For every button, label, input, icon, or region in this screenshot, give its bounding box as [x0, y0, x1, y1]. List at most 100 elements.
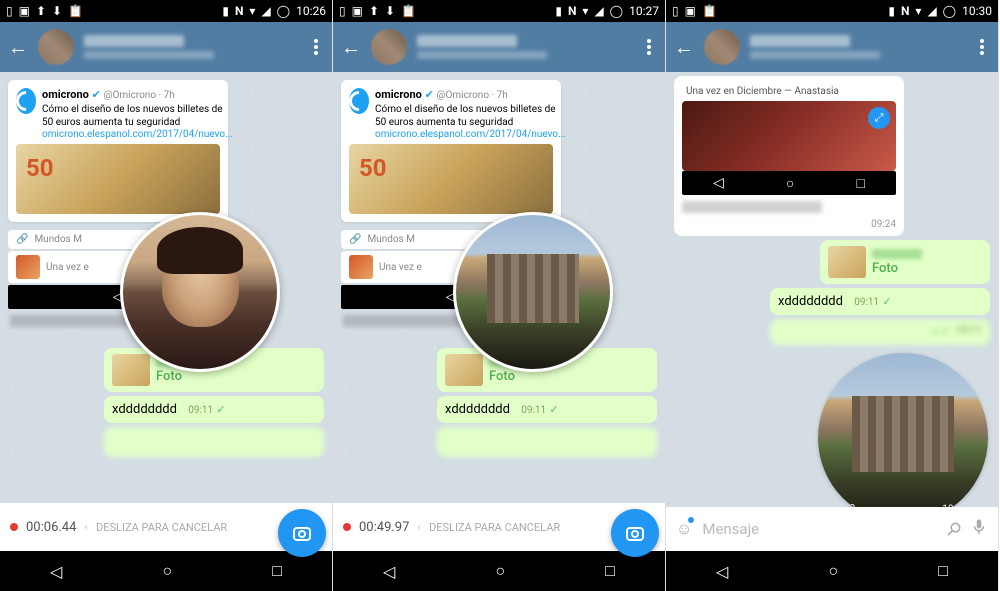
wifi-icon: ▾ [915, 4, 921, 18]
outgoing-photo-msg[interactable]: Foto [820, 240, 990, 284]
photo-label: Foto [156, 369, 182, 384]
double-check-icon: ✓✓ [931, 325, 949, 338]
download-icon: ⬇ [385, 4, 395, 18]
chevron-left-icon: ‹ [417, 520, 421, 534]
chat-area[interactable]: omicrono ✔ @Omicrono · 7h Cómo el diseño… [0, 72, 332, 503]
photo-label: Foto [872, 261, 898, 276]
outgoing-text-msg[interactable]: xdddddddd 09:11 ✓ [104, 396, 324, 423]
msg-time: 09:11 [854, 297, 879, 308]
msg-timestamp: 09:24 [682, 219, 896, 230]
gallery-icon: ▣ [352, 4, 363, 18]
clock: 10:30 [962, 4, 992, 18]
outgoing-blurred-msg[interactable]: 09:11 ✓✓ [770, 319, 990, 345]
link-icon: 🔗 [349, 234, 361, 245]
photo-label: Foto [489, 369, 515, 384]
nav-back-icon[interactable]: ◁ [716, 562, 728, 581]
message-input[interactable]: Mensaje [702, 520, 936, 538]
android-navbar: ◁ ○ □ [333, 551, 665, 591]
android-navbar: ◁ ○ □ [666, 551, 998, 591]
contact-title[interactable] [750, 35, 964, 59]
tweet-avatar-icon [349, 88, 369, 114]
tweet-text: Cómo el diseño de los nuevos billetes de… [375, 103, 566, 129]
record-indicator-icon [343, 523, 351, 531]
record-timer: 00:49.97 [359, 520, 409, 535]
msg-thumbnail [445, 354, 483, 386]
back-button[interactable]: ← [341, 35, 361, 60]
tweet-text: Cómo el diseño de los nuevos billetes de… [42, 103, 233, 129]
link-title: Una vez e [379, 262, 422, 273]
tweet-author: omicrono [375, 88, 422, 101]
link-thumb [16, 255, 40, 279]
tweet-author: omicrono [42, 88, 89, 101]
incoming-video-msg[interactable]: Una vez en Diciembre — Anastasia ⤢ ◁ ○ □… [674, 76, 904, 236]
nav-overlay: ◁ ○ □ [682, 171, 896, 195]
video-sent-time: 10:28 ✓ [942, 504, 978, 507]
contact-title[interactable] [84, 35, 298, 59]
camera-button[interactable] [278, 509, 326, 557]
nav-back-icon[interactable]: ◁ [383, 562, 395, 581]
nav-home-icon[interactable]: ○ [162, 561, 172, 581]
nav-back-icon[interactable]: ◁ [50, 562, 62, 581]
clock: 10:26 [296, 4, 326, 18]
tweet-link[interactable]: omicrono.elespanol.com/2017/04/nuevo... [42, 129, 233, 140]
nav-recent-icon[interactable]: □ [272, 561, 282, 581]
video-message-preview[interactable] [453, 212, 613, 372]
contact-avatar[interactable] [38, 29, 74, 65]
outgoing-text-msg[interactable]: xdddddddd 09:11 ✓ [770, 288, 990, 315]
camera-button[interactable] [611, 509, 659, 557]
status-bar: ▯ ▣ 📋 ▮ N ▾ ◢ ◯ 10:30 [666, 0, 998, 22]
chevron-left-icon: ‹ [84, 520, 88, 534]
contact-avatar[interactable] [704, 29, 740, 65]
back-button[interactable]: ← [674, 35, 694, 60]
menu-button[interactable] [641, 39, 657, 55]
video-message-preview[interactable] [120, 212, 280, 372]
record-indicator-icon [10, 523, 18, 531]
nfc-icon: N [235, 4, 243, 18]
nav-home-icon[interactable]: ○ [828, 561, 838, 581]
round-video-message[interactable]: 01:09 10:28 ✓ [818, 353, 988, 507]
nav-recent-icon[interactable]: □ [605, 561, 615, 581]
mic-button[interactable] [970, 518, 988, 540]
menu-button[interactable] [308, 39, 324, 55]
chat-area[interactable]: omicrono ✔ @Omicrono · 7h Cómo el diseño… [333, 72, 665, 503]
phone-icon: ▯ [6, 4, 13, 18]
back-button[interactable]: ← [8, 35, 28, 60]
tweet-card[interactable]: omicrono ✔ @Omicrono · 7h Cómo el diseño… [341, 80, 561, 222]
video-caption: Una vez en Diciembre — Anastasia [682, 82, 896, 101]
tweet-link[interactable]: omicrono.elespanol.com/2017/04/nuevo... [375, 129, 566, 140]
check-icon: ✓ [549, 403, 558, 416]
status-bar: ▯ ▣ ⬆ ⬇ 📋 ▮ N ▾ ◢ ◯ 10:27 [333, 0, 665, 22]
contact-title[interactable] [417, 35, 631, 59]
phone-icon: ▯ [672, 4, 679, 18]
link-title: Una vez e [46, 262, 89, 273]
tweet-image[interactable] [16, 144, 220, 214]
chat-area[interactable]: Una vez en Diciembre — Anastasia ⤢ ◁ ○ □… [666, 72, 998, 507]
tweet-handle: @Omicrono · 7h [104, 90, 175, 101]
gallery-icon: ▣ [685, 4, 696, 18]
tweet-card[interactable]: omicrono ✔ @Omicrono · 7h Cómo el diseño… [8, 80, 228, 222]
pip-icon[interactable]: ⤢ [868, 107, 890, 129]
outgoing-blurred-msg[interactable] [104, 427, 324, 457]
emoji-button[interactable]: ☺ [676, 519, 692, 539]
battery-icon: ◯ [277, 4, 290, 18]
battery-icon: ◯ [610, 4, 623, 18]
msg-text: xdddddddd [445, 402, 510, 417]
tweet-image[interactable] [349, 144, 553, 214]
upload-icon: ⬆ [369, 4, 379, 18]
nav-home-icon[interactable]: ○ [495, 561, 505, 581]
msg-thumbnail [828, 246, 866, 278]
video-thumbnail[interactable]: ⤢ [682, 101, 896, 171]
outgoing-text-msg[interactable]: xdddddddd 09:11 ✓ [437, 396, 657, 423]
tweet-avatar-icon [16, 88, 36, 114]
notification-dot-icon [688, 517, 694, 523]
chat-header: ← [333, 22, 665, 72]
bluetooth-icon: ▮ [555, 4, 562, 18]
msg-thumbnail [112, 354, 150, 386]
outgoing-blurred-msg[interactable] [437, 427, 657, 457]
menu-button[interactable] [974, 39, 990, 55]
android-navbar: ◁ ○ □ [0, 551, 332, 591]
phone-screen-1: ▯ ▣ ⬆ ⬇ 📋 ▮ N ▾ ◢ ◯ 10:26 ← omicrono [0, 0, 333, 591]
contact-avatar[interactable] [371, 29, 407, 65]
nav-recent-icon[interactable]: □ [938, 561, 948, 581]
attach-button[interactable]: ⚲ [941, 517, 965, 541]
